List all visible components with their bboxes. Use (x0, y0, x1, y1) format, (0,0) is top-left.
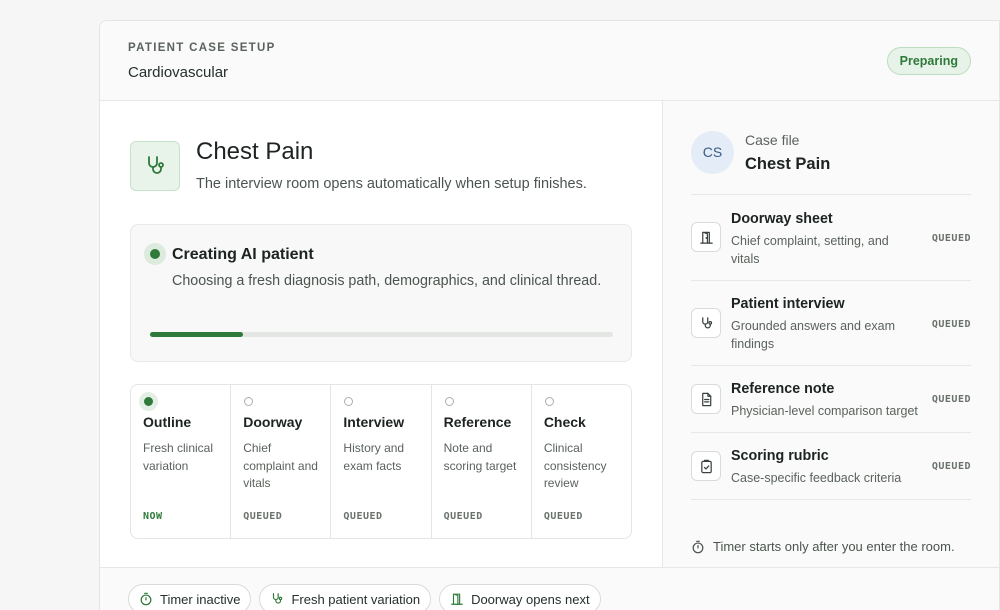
stage-doorway: Doorway Chief complaint and vitals QUEUE… (231, 385, 332, 538)
case-file-label: Case file (745, 132, 800, 148)
stage-status: NOW (143, 511, 163, 522)
stage-dot (144, 397, 153, 406)
stage-name: Interview (343, 414, 405, 430)
stage-status: QUEUED (443, 511, 483, 522)
stage-status: QUEUED (243, 511, 283, 522)
stage-dot (344, 397, 354, 406)
stage-dot (444, 397, 454, 406)
progress-indicator-dot (144, 243, 166, 265)
stage-status: QUEUED (343, 511, 383, 522)
stethoscope-icon (270, 592, 284, 606)
case-file-item-description: Chief complaint, setting, and vitals (731, 234, 889, 266)
progress-bar-fill (150, 332, 243, 337)
door-icon (450, 592, 464, 606)
timer-icon (691, 540, 705, 554)
stage-description: Clinical consistency review (543, 441, 607, 490)
progress-panel: Creating AI patient Choosing a fresh dia… (130, 224, 632, 362)
stage-name: Outline (143, 414, 192, 430)
case-file-item-patient-interview: Patient interview Grounded answers and e… (691, 281, 971, 366)
case-file-item-reference-note: Reference note Physician-level compariso… (691, 366, 971, 433)
chip-doorway-opens-next: Doorway opens next (439, 584, 601, 610)
document-icon (691, 384, 721, 414)
case-file-title: Chest Pain (745, 155, 831, 173)
stage-description: History and exam facts (343, 441, 405, 473)
progress-description: Choosing a fresh diagnosis path, demogra… (172, 273, 602, 289)
case-file-item-doorway-sheet: Doorway sheet Chief complaint, setting, … (691, 195, 971, 281)
stage-outline: Outline Fresh clinical variation NOW (131, 385, 232, 538)
stage-reference: Reference Note and scoring target QUEUED (432, 385, 532, 538)
case-file-item-status: QUEUED (931, 233, 971, 244)
footer-bar: Timer inactive Fresh patient variation D… (100, 567, 999, 610)
stage-interview: Interview History and exam facts QUEUED (331, 385, 432, 538)
case-file-item-title: Doorway sheet (731, 211, 833, 227)
chip-label: Timer inactive (160, 591, 241, 607)
timer-icon (139, 592, 153, 606)
case-file-list: Doorway sheet Chief complaint, setting, … (691, 194, 971, 500)
progress-title: Creating AI patient (172, 246, 314, 263)
stethoscope-icon (130, 141, 180, 191)
case-file-item-scoring-rubric: Scoring rubric Case-specific feedback cr… (691, 433, 971, 500)
case-file-item-status: QUEUED (931, 394, 971, 405)
timer-note: Timer starts only after you enter the ro… (691, 539, 955, 554)
timer-note-text: Timer starts only after you enter the ro… (713, 539, 955, 554)
stage-dot (244, 397, 254, 406)
stage-description: Note and scoring target (443, 441, 517, 473)
case-file-item-description: Case-specific feedback criteria (731, 471, 902, 485)
stage-check: Check Clinical consistency review QUEUED (532, 385, 631, 538)
case-file-item-status: QUEUED (931, 461, 971, 472)
card-header: PATIENT CASE SETUP Cardiovascular Prepar… (100, 21, 999, 101)
stage-description: Fresh clinical variation (143, 441, 214, 473)
case-file-item-description: Grounded answers and exam findings (731, 319, 895, 351)
chip-fresh-patient-variation: Fresh patient variation (259, 584, 432, 610)
case-file-item-title: Reference note (731, 381, 835, 397)
case-file-item-description: Physician-level comparison target (731, 404, 918, 418)
case-subtitle: The interview room opens automatically w… (196, 176, 587, 192)
clipboard-check-icon (691, 451, 721, 481)
case-file-item-status: QUEUED (931, 319, 971, 330)
case-file-item-title: Scoring rubric (731, 448, 829, 464)
specialty-label: Cardiovascular (128, 64, 229, 81)
chip-label: Fresh patient variation (291, 591, 421, 607)
status-chips: Timer inactive Fresh patient variation D… (128, 584, 601, 610)
eyebrow-label: PATIENT CASE SETUP (128, 42, 276, 54)
stethoscope-icon (691, 308, 721, 338)
avatar: CS (691, 131, 734, 174)
chip-label: Doorway opens next (471, 591, 590, 607)
case-setup-card: PATIENT CASE SETUP Cardiovascular Prepar… (99, 20, 1000, 610)
stage-name: Doorway (243, 414, 303, 430)
case-file-panel: CS Case file Chest Pain Doorway sheet Ch… (662, 101, 999, 567)
stage-status: QUEUED (543, 511, 583, 522)
stage-dot (544, 397, 554, 406)
case-title: Chest Pain (196, 138, 314, 165)
chip-timer-inactive: Timer inactive (128, 584, 252, 610)
stage-description: Chief complaint and vitals (243, 441, 318, 490)
progress-bar (150, 332, 613, 337)
case-file-item-title: Patient interview (731, 296, 845, 312)
door-icon (691, 222, 721, 252)
stage-name: Check (543, 414, 586, 430)
status-badge: Preparing (886, 47, 971, 75)
stage-tracker: Outline Fresh clinical variation NOW Doo… (130, 384, 632, 539)
stage-name: Reference (443, 414, 512, 430)
setup-pane: Chest Pain The interview room opens auto… (100, 101, 662, 567)
